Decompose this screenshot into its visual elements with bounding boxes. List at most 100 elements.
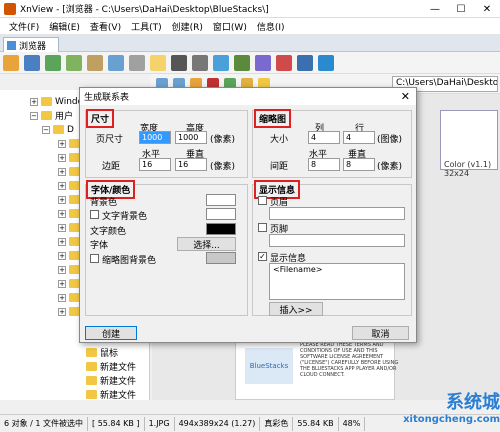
expand-icon[interactable]: +: [58, 265, 66, 274]
thumb-count-unit: (图像): [377, 135, 403, 145]
dialog-title-bar: 生成联系表 ✕: [80, 88, 416, 105]
menu-create[interactable]: 创建(R): [167, 20, 208, 33]
close-button[interactable]: ✕: [474, 0, 500, 18]
footer-input[interactable]: [269, 234, 405, 247]
cancel-button[interactable]: 取消: [352, 326, 409, 340]
header-input[interactable]: [269, 207, 405, 220]
bluestacks-logo: BlueStacks: [245, 348, 293, 384]
status-color: 真彩色: [260, 416, 294, 431]
contact-sheet-dialog: 生成联系表 ✕ 尺寸 宽度 高度 页尺寸 1000 1000 (像素) 水平 垂…: [79, 87, 417, 343]
preview-license-text: PLEASE READ THESE TERMS AND CONDITIONS O…: [300, 342, 399, 378]
tree-node[interactable]: − D: [42, 123, 74, 136]
expand-icon[interactable]: +: [58, 237, 66, 246]
menu-edit[interactable]: 编辑(E): [44, 20, 85, 33]
folder-icon: [86, 376, 97, 385]
tab-browser[interactable]: 浏览器: [3, 37, 59, 52]
settings-icon[interactable]: [297, 54, 313, 71]
tree-node-label: 新建文件: [100, 377, 137, 387]
rows-input[interactable]: 4: [343, 131, 375, 144]
background-color-swatch[interactable]: [206, 194, 236, 206]
expand-icon[interactable]: +: [58, 153, 66, 162]
menu-bar: 文件(F) 编辑(E) 查看(V) 工具(T) 创建(R) 窗口(W) 信息(I…: [0, 18, 500, 35]
scan-icon[interactable]: [213, 54, 229, 71]
capture-icon[interactable]: [276, 54, 292, 71]
create-button[interactable]: 创建: [85, 326, 137, 340]
expand-icon[interactable]: +: [58, 195, 66, 204]
compare-icon[interactable]: [150, 54, 166, 71]
thumbnail-group-title: 缩略图: [254, 109, 292, 128]
info-template-textarea[interactable]: <Filename>: [269, 263, 405, 300]
header-checkbox[interactable]: [258, 196, 267, 205]
size-group-title: 尺寸: [86, 109, 115, 128]
main-toolbar: [0, 52, 500, 74]
dialog-title: 生成联系表: [84, 93, 130, 103]
slideshow-icon[interactable]: [87, 54, 103, 71]
copy-icon[interactable]: [108, 54, 124, 71]
thumb-bg-checkbox[interactable]: [90, 254, 99, 263]
tree-node-label: 鼠标: [100, 349, 119, 359]
expand-icon[interactable]: +: [58, 209, 66, 218]
back-icon[interactable]: [66, 54, 82, 71]
page-width-input[interactable]: 1000: [139, 131, 171, 144]
expand-icon[interactable]: +: [58, 293, 66, 302]
menu-view[interactable]: 查看(V): [85, 20, 126, 33]
dialog-close-button[interactable]: ✕: [401, 90, 410, 103]
window-title: XnView - [浏览器 - C:\Users\DaHai\Desktop\B…: [20, 5, 269, 15]
folder-icon: [41, 97, 52, 106]
title-bar: XnView - [浏览器 - C:\Users\DaHai\Desktop\B…: [0, 0, 500, 18]
expand-icon[interactable]: +: [58, 279, 66, 288]
info-icon[interactable]: [318, 54, 334, 71]
refresh-icon[interactable]: [45, 54, 61, 71]
binoculars-icon[interactable]: [171, 54, 187, 71]
insert-button[interactable]: 插入>>: [269, 302, 323, 316]
thumb-bg-label: 缩略图背景色: [102, 256, 157, 266]
text-bg-checkbox[interactable]: [90, 210, 99, 219]
tree-node-label: D: [67, 124, 74, 135]
expand-icon[interactable]: +: [58, 139, 66, 148]
show-info-checkbox[interactable]: ✓: [258, 252, 267, 261]
text-bg-color-swatch[interactable]: [206, 208, 236, 220]
menu-window[interactable]: 窗口(W): [208, 20, 252, 33]
batch-icon[interactable]: [255, 54, 271, 71]
collapse-icon[interactable]: −: [30, 111, 38, 120]
expand-icon[interactable]: +: [58, 251, 66, 260]
fullscreen-icon[interactable]: [24, 54, 40, 71]
footer-checkbox[interactable]: [258, 223, 267, 232]
margin-horizontal-input[interactable]: 16: [139, 158, 171, 171]
menu-info[interactable]: 信息(I): [252, 20, 290, 33]
page-size-unit: (像素): [210, 135, 236, 145]
expand-icon[interactable]: +: [58, 167, 66, 176]
gap-horizontal-input[interactable]: 8: [308, 158, 340, 171]
tree-node[interactable]: − 用户: [30, 109, 73, 122]
tree-node[interactable]: 新建文件: [86, 360, 136, 373]
columns-input[interactable]: 4: [308, 131, 340, 144]
tree-node[interactable]: 新建文件: [86, 374, 136, 387]
contact-sheet-icon[interactable]: [234, 54, 250, 71]
minimize-button[interactable]: —: [422, 0, 448, 18]
open-folder-icon[interactable]: [3, 54, 19, 71]
expand-icon[interactable]: +: [58, 181, 66, 190]
paste-icon[interactable]: [129, 54, 145, 71]
text-color-swatch[interactable]: [206, 223, 236, 235]
menu-tools[interactable]: 工具(T): [126, 20, 167, 33]
tree-node[interactable]: 新建文件: [86, 388, 136, 400]
maximize-button[interactable]: ☐: [448, 0, 474, 18]
browser-icon: [7, 40, 16, 50]
margin-vertical-input[interactable]: 16: [175, 158, 207, 171]
expand-icon[interactable]: +: [30, 97, 38, 106]
thumb-bg-color-swatch[interactable]: [206, 252, 236, 264]
page-height-input[interactable]: 1000: [175, 131, 207, 144]
menu-file[interactable]: 文件(F): [4, 20, 44, 33]
folder-icon: [53, 125, 64, 134]
font-select-button[interactable]: 选择...: [177, 237, 236, 251]
expand-icon[interactable]: +: [58, 307, 66, 316]
status-dimensions: 494x389x24 (1.27): [175, 416, 261, 431]
print-icon[interactable]: [192, 54, 208, 71]
collapse-icon[interactable]: −: [42, 125, 50, 134]
folder-icon: [41, 111, 52, 120]
tree-node[interactable]: 鼠标: [86, 346, 118, 359]
gap-vertical-input[interactable]: 8: [343, 158, 375, 171]
thumbnail-caption: Color (v1.1) 32x24: [444, 160, 491, 178]
expand-icon[interactable]: +: [58, 223, 66, 232]
tree-node[interactable]: + Windo: [30, 95, 83, 108]
